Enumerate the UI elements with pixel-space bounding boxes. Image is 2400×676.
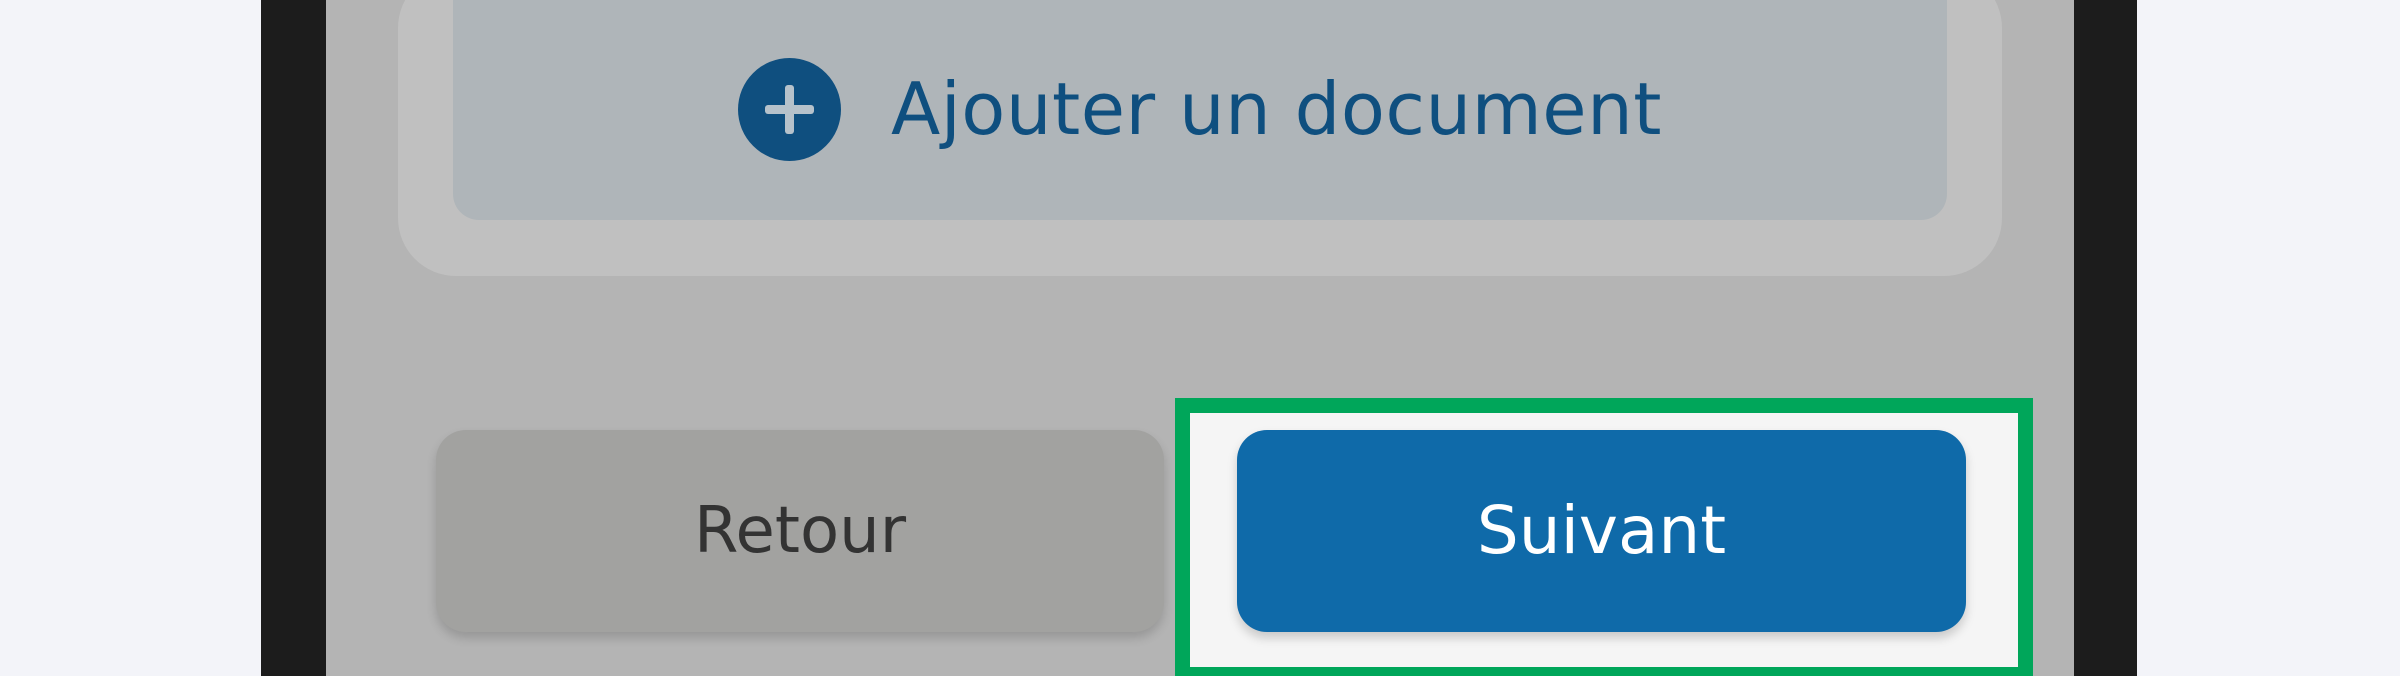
- back-button[interactable]: Retour: [436, 430, 1164, 632]
- add-document-button[interactable]: Ajouter un document: [453, 0, 1947, 220]
- upload-card: Ajouter un document: [398, 0, 2002, 276]
- add-document-label: Ajouter un document: [891, 67, 1662, 151]
- back-button-label: Retour: [693, 494, 907, 568]
- next-button-label: Suivant: [1476, 492, 1727, 569]
- next-button[interactable]: Suivant: [1237, 430, 1966, 632]
- plus-circle-icon: [738, 57, 842, 161]
- app-screen: Ajouter un document Retour Suivant: [326, 0, 2074, 676]
